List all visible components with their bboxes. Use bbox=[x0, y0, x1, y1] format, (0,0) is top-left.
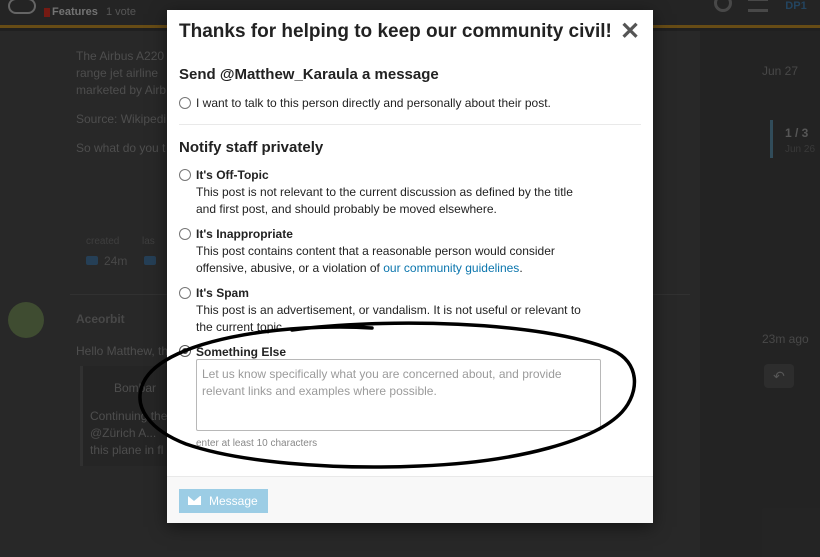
inappropriate-title[interactable]: It's Inappropriate bbox=[196, 227, 293, 241]
close-icon[interactable]: ✕ bbox=[620, 18, 640, 46]
message-button[interactable]: Message bbox=[179, 489, 268, 513]
radio-spam[interactable] bbox=[179, 287, 191, 299]
inappropriate-description-end: . bbox=[519, 261, 523, 275]
flag-modal: Thanks for helping to keep our community… bbox=[167, 10, 653, 523]
community-guidelines-link[interactable]: our community guidelines bbox=[383, 261, 519, 275]
spam-description: This post is an advertisement, or vandal… bbox=[196, 303, 581, 317]
inappropriate-description: This post contains content that a reason… bbox=[196, 244, 555, 258]
inappropriate-description-text: offensive, abusive, or a violation of bbox=[196, 261, 384, 275]
modal-title: Thanks for helping to keep our community… bbox=[179, 21, 612, 42]
off-topic-description: This post is not relevant to the current… bbox=[196, 185, 573, 199]
modal-footer: Message bbox=[167, 476, 653, 523]
radio-inappropriate[interactable] bbox=[179, 228, 191, 240]
inappropriate-description: offensive, abusive, or a violation of ou… bbox=[196, 260, 523, 277]
radio-talk-directly[interactable] bbox=[179, 97, 191, 109]
spam-description: the current topic. bbox=[196, 320, 286, 334]
radio-something-else[interactable] bbox=[179, 345, 191, 357]
notify-staff-heading: Notify staff privately bbox=[179, 139, 324, 156]
send-message-heading: Send @Matthew_Karaula a message bbox=[179, 66, 439, 83]
flag-reason-textarea[interactable]: Let us know specifically what you are co… bbox=[196, 359, 601, 431]
off-topic-title[interactable]: It's Off-Topic bbox=[196, 168, 269, 182]
message-button-label: Message bbox=[209, 494, 258, 508]
something-else-title[interactable]: Something Else bbox=[196, 345, 286, 359]
talk-directly-label[interactable]: I want to talk to this person directly a… bbox=[196, 96, 551, 110]
character-count-hint: enter at least 10 characters bbox=[196, 438, 318, 449]
off-topic-description: and first post, and should probably be m… bbox=[196, 202, 497, 216]
spam-title[interactable]: It's Spam bbox=[196, 286, 249, 300]
radio-off-topic[interactable] bbox=[179, 169, 191, 181]
section-divider bbox=[179, 124, 641, 125]
envelope-icon bbox=[188, 496, 201, 505]
